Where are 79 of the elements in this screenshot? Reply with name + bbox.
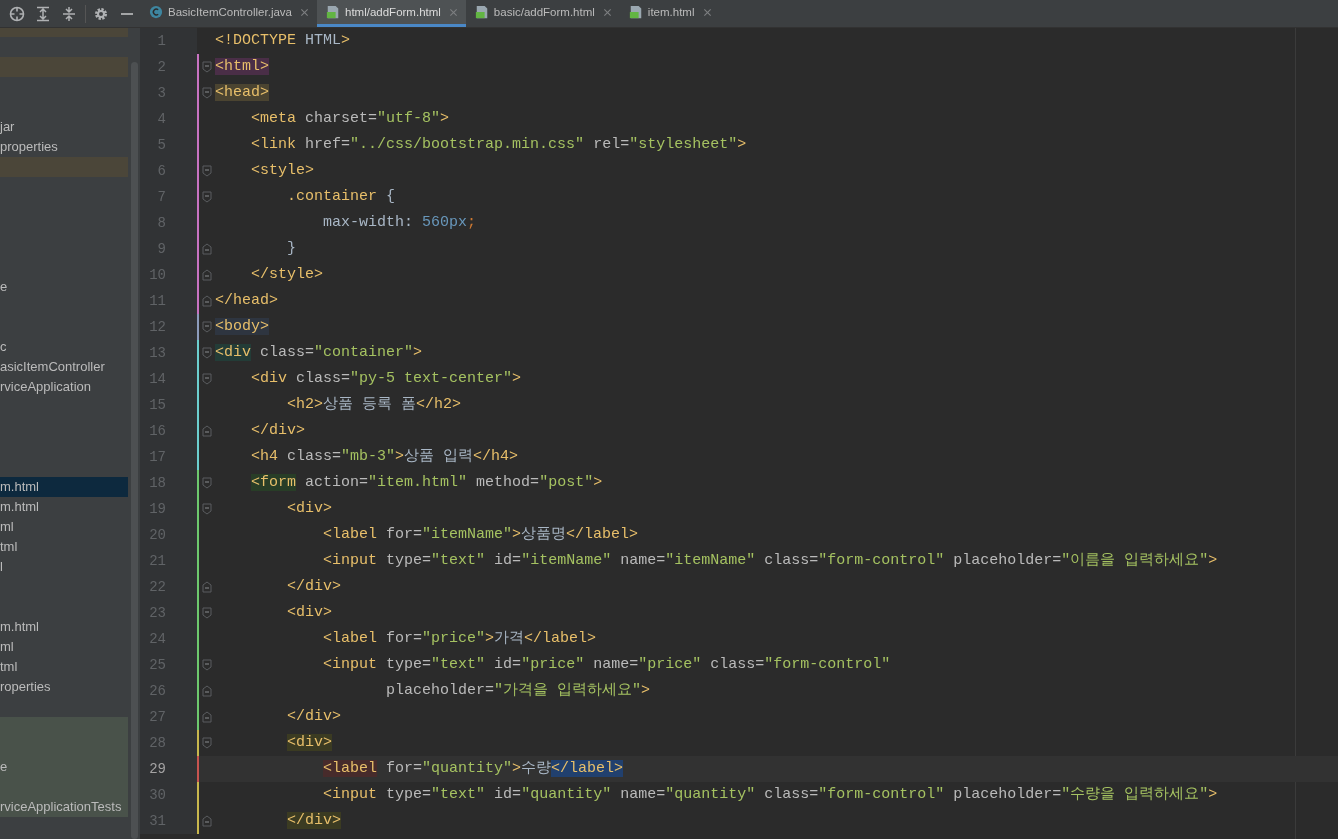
fold-icon[interactable] [202,711,212,723]
code-line: </head> [215,291,278,311]
code-line: <div> [286,499,333,519]
code-line: <!DOCTYPE HTML> [215,31,351,51]
code-line: <style> [250,161,315,181]
tree-item[interactable]: m.html [0,617,128,637]
code-line: <h2>상품 등록 폼</h2> [286,395,462,415]
close-icon[interactable] [602,7,612,17]
tree-item[interactable]: l [0,557,128,577]
tree-item[interactable]: tml [0,537,128,557]
editor-tab[interactable]: html/addForm.html [317,0,466,27]
tree-item[interactable]: m.html [0,497,128,517]
fold-icon[interactable] [202,243,212,255]
code-line: </div> [286,577,342,597]
html-file-icon [326,5,340,19]
code-line: <input type="text" id="itemName" name="itemName" class="form-control" placeholder="이름을 입력하세요"> [322,551,1218,571]
fold-icon[interactable] [202,61,212,73]
fold-icon[interactable] [202,87,212,99]
fold-icon[interactable] [202,581,212,593]
fold-icon[interactable] [202,503,212,515]
tree-item[interactable]: asicItemController [0,357,128,377]
fold-icon[interactable] [202,737,212,749]
fold-icon[interactable] [202,607,212,619]
settings-icon[interactable] [93,6,109,22]
fold-icon[interactable] [202,295,212,307]
fold-icon[interactable] [202,347,212,359]
code-line: </div> [286,707,342,727]
code-line: } [286,239,297,259]
fold-icon[interactable] [202,321,212,333]
code-line: <input type="text" id="quantity" name="quantity" class="form-control" placeholder="수량을 입력하세요"> [322,785,1218,805]
code-line: </div> [250,421,306,441]
locate-icon[interactable] [9,6,25,22]
code-line: .container { [286,187,396,207]
tree-item[interactable]: properties [0,137,128,157]
class-icon [149,5,163,19]
code-line: </style> [250,265,324,285]
tree-item[interactable]: e [0,757,128,777]
code-line: <h4 class="mb-3">상품 입력</h4> [250,447,519,467]
close-icon[interactable] [702,7,712,17]
tree-item[interactable]: jar [0,117,128,137]
tree-item[interactable]: c [0,337,128,357]
fold-icon[interactable] [202,685,212,697]
tree-item[interactable]: tml [0,657,128,677]
editor-tab[interactable]: basic/addForm.html [465,0,620,27]
fold-icon[interactable] [202,269,212,281]
html-file-icon [628,5,643,19]
code-line: <label for="quantity">수량</label> [322,759,624,779]
collapse-all-icon[interactable] [61,6,77,22]
tree-item[interactable]: roperties [0,677,128,697]
tree-item[interactable]: ml [0,517,128,537]
fold-icon[interactable] [202,373,212,385]
code-line: <label for="price">가격</label> [322,629,597,649]
fold-icon[interactable] [202,659,212,671]
tree-item[interactable]: m.html [0,477,128,497]
code-line: max-width: 560px; [322,213,477,233]
code-line: <div class="container"> [215,343,423,363]
expand-all-icon[interactable] [35,6,51,22]
code-line: <input type="text" id="price" name="price" class="form-control" [322,655,891,675]
html-file-icon [474,5,489,19]
code-line: placeholder="가격을 입력하세요"> [385,681,651,701]
tree-item[interactable]: rviceApplicationTests [0,797,128,817]
close-icon[interactable] [448,7,458,17]
editor-tab[interactable]: item.html [619,0,720,27]
close-icon[interactable] [300,7,309,17]
code-line: <form action="item.html" method="post"> [250,473,603,493]
code-line: <link href="../css/bootstrap.min.css" rel="stylesheet"> [250,135,747,155]
fold-icon[interactable] [202,425,212,437]
code-line: <div> [286,603,333,623]
code-line: <label for="itemName">상품명</label> [322,525,639,545]
editor-tab[interactable]: BasicItemController.java [140,0,317,27]
code-line: <div class="py-5 text-center"> [250,369,522,389]
fold-icon[interactable] [202,477,212,489]
tree-item[interactable]: ml [0,637,128,657]
tree-item[interactable]: rviceApplication [0,377,128,397]
fold-icon[interactable] [202,191,212,203]
tree-item[interactable]: e [0,277,128,297]
code-line: <meta charset="utf-8"> [250,109,450,129]
fold-icon[interactable] [202,165,212,177]
fold-icon[interactable] [202,815,212,827]
